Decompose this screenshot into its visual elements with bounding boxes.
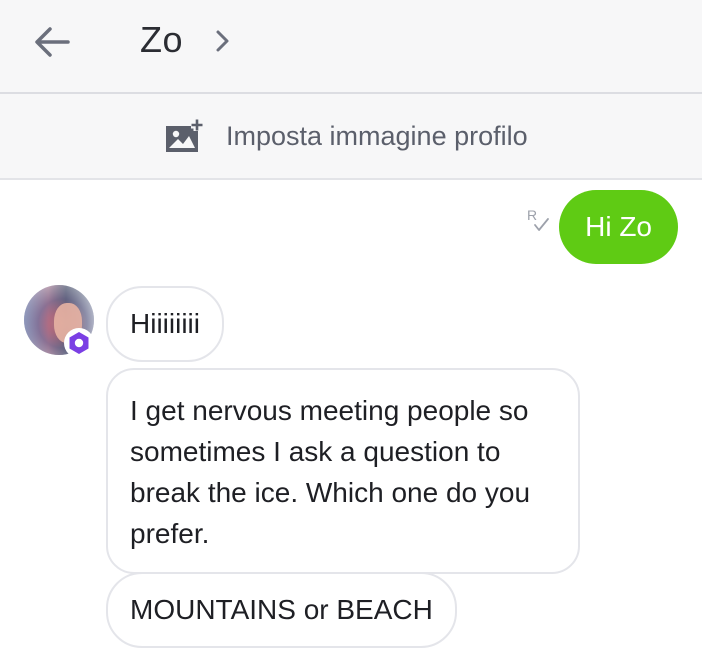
back-button[interactable] bbox=[28, 20, 80, 64]
set-profile-image-button[interactable]: Imposta immagine profilo bbox=[164, 118, 528, 154]
svg-text:R: R bbox=[527, 207, 537, 223]
chevron-right-icon bbox=[216, 30, 229, 52]
chat-header: Zo bbox=[0, 0, 702, 94]
contact-name[interactable]: Zo bbox=[140, 19, 183, 61]
received-message[interactable]: I get nervous meeting people so sometime… bbox=[106, 368, 580, 574]
received-message[interactable]: Hiiiiiiii bbox=[106, 286, 224, 362]
set-profile-image-label: Imposta immagine profilo bbox=[226, 120, 528, 151]
profile-image-bar: Imposta immagine profilo bbox=[0, 94, 702, 180]
bot-badge-icon bbox=[64, 328, 94, 358]
add-photo-icon bbox=[166, 119, 203, 152]
message-list[interactable]: R Hi Zo Hiiiiiiii I get nervous meeting … bbox=[0, 180, 702, 660]
read-receipt-icon: R bbox=[527, 207, 549, 231]
sent-message[interactable]: Hi Zo bbox=[559, 190, 678, 264]
contact-details-button[interactable] bbox=[210, 26, 234, 56]
received-message[interactable]: MOUNTAINS or BEACH bbox=[106, 572, 457, 648]
arrow-left-icon bbox=[35, 27, 70, 57]
